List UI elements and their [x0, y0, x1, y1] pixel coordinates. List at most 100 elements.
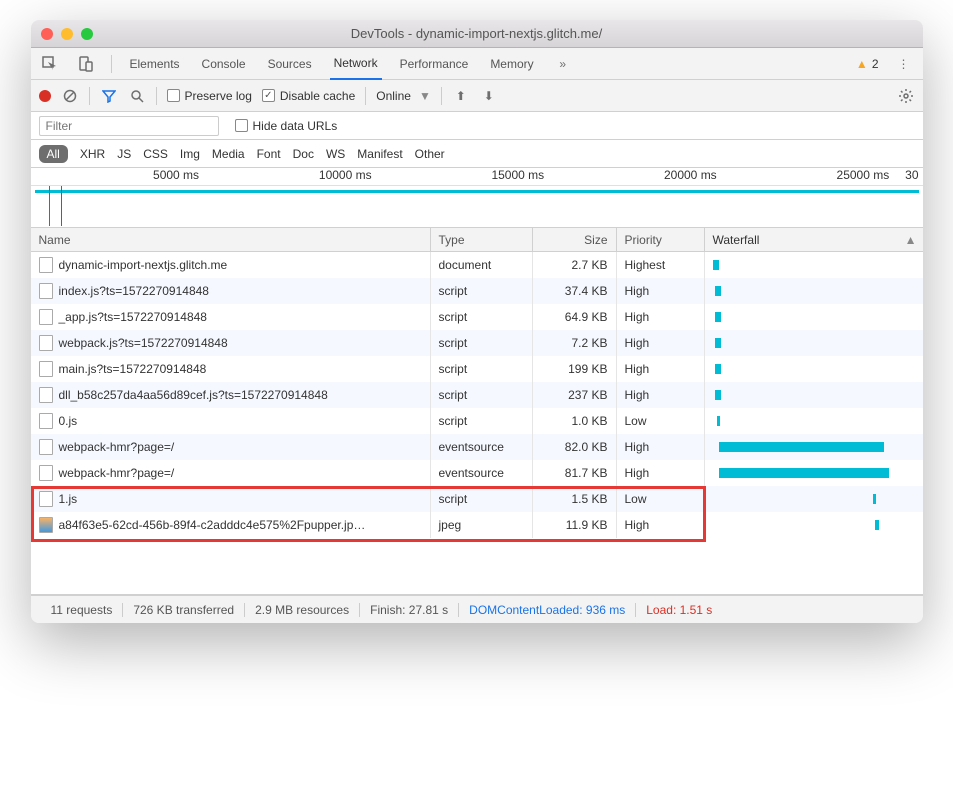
warnings-badge[interactable]: ▲2	[856, 57, 879, 71]
more-tabs-icon[interactable]: »	[552, 53, 574, 75]
file-icon	[39, 361, 53, 377]
request-name: 1.js	[59, 492, 78, 506]
table-row[interactable]: 0.jsscript1.0 KBLow	[31, 408, 923, 434]
file-icon	[39, 465, 53, 481]
filter-all[interactable]: All	[39, 145, 68, 163]
request-name: webpack.js?ts=1572270914848	[59, 336, 228, 350]
status-bar: 11 requests 726 KB transferred 2.9 MB re…	[31, 595, 923, 623]
filter-font[interactable]: Font	[257, 147, 281, 161]
tab-console[interactable]: Console	[198, 48, 250, 80]
request-name: 0.js	[59, 414, 78, 428]
network-toolbar: Preserve log ✓Disable cache Online▼ ⬆ ⬇	[31, 80, 923, 112]
request-size: 1.0 KB	[533, 408, 617, 434]
filter-media[interactable]: Media	[212, 147, 245, 161]
filter-doc[interactable]: Doc	[293, 147, 314, 161]
kebab-icon[interactable]: ⋮	[893, 53, 915, 75]
preserve-log-checkbox[interactable]: Preserve log	[167, 89, 252, 103]
file-icon	[39, 387, 53, 403]
request-type: script	[431, 330, 533, 356]
type-filter-bar: All XHR JS CSS Img Media Font Doc WS Man…	[31, 140, 923, 168]
request-priority: High	[617, 434, 705, 460]
status-transferred: 726 KB transferred	[123, 603, 245, 617]
table-row[interactable]: webpack-hmr?page=/eventsource82.0 KBHigh	[31, 434, 923, 460]
throttle-select[interactable]: Online▼	[376, 89, 431, 103]
titlebar: DevTools - dynamic-import-nextjs.glitch.…	[31, 20, 923, 48]
file-icon	[39, 413, 53, 429]
request-type: document	[431, 252, 533, 278]
request-waterfall	[705, 460, 923, 486]
clear-icon[interactable]	[61, 87, 79, 105]
tab-sources[interactable]: Sources	[264, 48, 316, 80]
table-row[interactable]: a84f63e5-62cd-456b-89f4-c2adddc4e575%2Fp…	[31, 512, 923, 538]
tab-network[interactable]: Network	[330, 48, 382, 80]
hide-data-urls-checkbox[interactable]: Hide data URLs	[235, 119, 338, 133]
request-name: webpack-hmr?page=/	[59, 466, 175, 480]
filter-js[interactable]: JS	[117, 147, 131, 161]
timeline-overview[interactable]: 5000 ms 10000 ms 15000 ms 20000 ms 25000…	[31, 168, 923, 228]
upload-icon[interactable]: ⬆	[452, 87, 470, 105]
status-load: Load: 1.51 s	[636, 603, 722, 617]
table-row[interactable]: 1.jsscript1.5 KBLow	[31, 486, 923, 512]
request-waterfall	[705, 434, 923, 460]
request-size: 64.9 KB	[533, 304, 617, 330]
table-row[interactable]: webpack-hmr?page=/eventsource81.7 KBHigh	[31, 460, 923, 486]
request-waterfall	[705, 278, 923, 304]
tab-elements[interactable]: Elements	[126, 48, 184, 80]
col-priority[interactable]: Priority	[617, 228, 705, 251]
request-priority: High	[617, 304, 705, 330]
devtools-window: DevTools - dynamic-import-nextjs.glitch.…	[31, 20, 923, 623]
request-size: 82.0 KB	[533, 434, 617, 460]
tab-memory[interactable]: Memory	[486, 48, 537, 80]
table-row[interactable]: _app.js?ts=1572270914848script64.9 KBHig…	[31, 304, 923, 330]
request-waterfall	[705, 356, 923, 382]
filter-other[interactable]: Other	[415, 147, 445, 161]
request-waterfall	[705, 512, 923, 538]
request-priority: High	[617, 512, 705, 538]
search-icon[interactable]	[128, 87, 146, 105]
col-size[interactable]: Size	[533, 228, 617, 251]
file-icon	[39, 309, 53, 325]
filter-icon[interactable]	[100, 87, 118, 105]
col-name[interactable]: Name	[31, 228, 431, 251]
filter-bar: Hide data URLs	[31, 112, 923, 140]
request-type: script	[431, 304, 533, 330]
request-size: 7.2 KB	[533, 330, 617, 356]
request-priority: Low	[617, 408, 705, 434]
grid-header: Name Type Size Priority Waterfall▲	[31, 228, 923, 252]
request-type: script	[431, 486, 533, 512]
request-priority: High	[617, 330, 705, 356]
request-name: dynamic-import-nextjs.glitch.me	[59, 258, 228, 272]
request-type: script	[431, 356, 533, 382]
table-row[interactable]: main.js?ts=1572270914848script199 KBHigh	[31, 356, 923, 382]
inspect-icon[interactable]	[39, 53, 61, 75]
filter-manifest[interactable]: Manifest	[357, 147, 402, 161]
filter-img[interactable]: Img	[180, 147, 200, 161]
disable-cache-checkbox[interactable]: ✓Disable cache	[262, 89, 355, 103]
record-button[interactable]	[39, 90, 51, 102]
warning-icon: ▲	[856, 57, 868, 71]
device-icon[interactable]	[75, 53, 97, 75]
table-row[interactable]: webpack.js?ts=1572270914848 script7.2 KBH…	[31, 330, 923, 356]
tab-performance[interactable]: Performance	[396, 48, 473, 80]
sort-asc-icon: ▲	[905, 233, 917, 247]
request-waterfall	[705, 408, 923, 434]
table-row[interactable]: dynamic-import-nextjs.glitch.me document2…	[31, 252, 923, 278]
filter-input[interactable]	[39, 116, 219, 136]
filter-css[interactable]: CSS	[143, 147, 168, 161]
gear-icon[interactable]	[897, 87, 915, 105]
request-size: 11.9 KB	[533, 512, 617, 538]
col-waterfall[interactable]: Waterfall▲	[705, 228, 923, 251]
request-size: 2.7 KB	[533, 252, 617, 278]
request-type: script	[431, 278, 533, 304]
filter-xhr[interactable]: XHR	[80, 147, 105, 161]
download-icon[interactable]: ⬇	[480, 87, 498, 105]
file-icon	[39, 335, 53, 351]
table-row[interactable]: dll_b58c257da4aa56d89cef.js?ts=157227091…	[31, 382, 923, 408]
window-title: DevTools - dynamic-import-nextjs.glitch.…	[31, 26, 923, 41]
request-waterfall	[705, 330, 923, 356]
table-row[interactable]: index.js?ts=1572270914848script37.4 KBHi…	[31, 278, 923, 304]
col-type[interactable]: Type	[431, 228, 533, 251]
request-priority: High	[617, 356, 705, 382]
request-waterfall	[705, 382, 923, 408]
filter-ws[interactable]: WS	[326, 147, 345, 161]
